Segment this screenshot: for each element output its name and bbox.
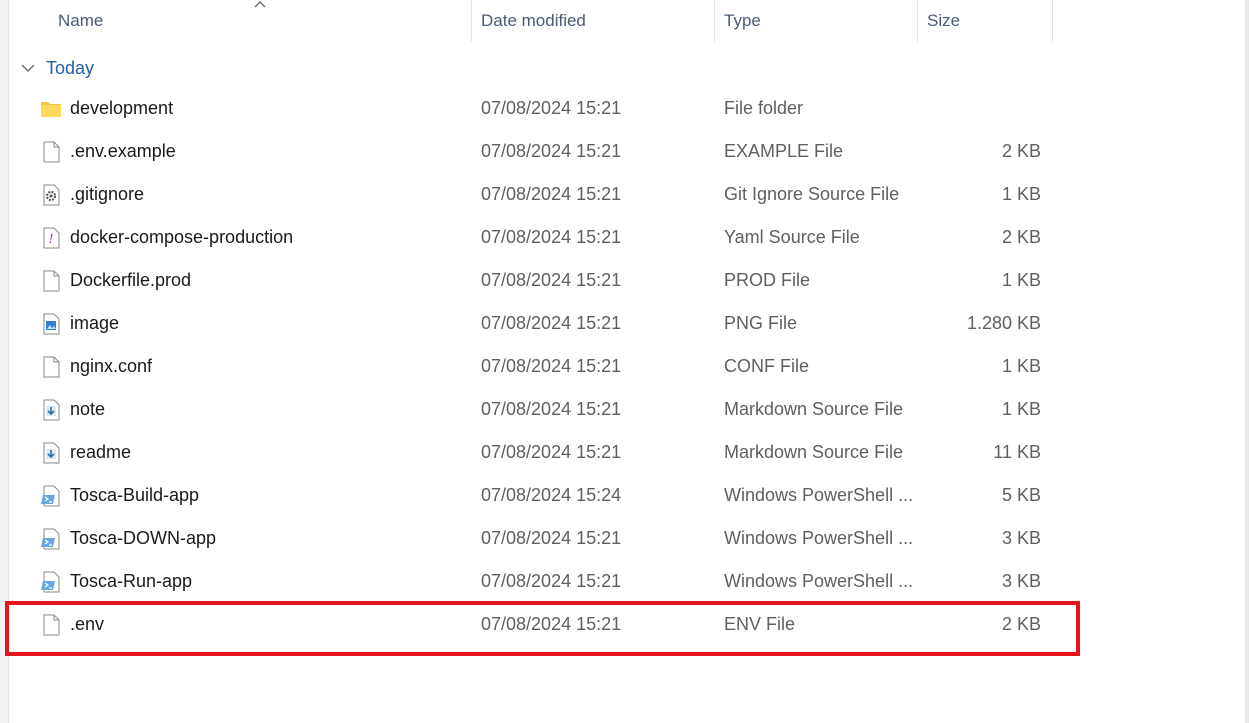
file-row[interactable]: readme 07/08/2024 15:21 Markdown Source Fi… xyxy=(10,431,1053,474)
column-divider[interactable] xyxy=(917,0,918,42)
file-date-modified: 07/08/2024 15:21 xyxy=(481,571,622,591)
file-type: Windows PowerShell ... xyxy=(724,528,914,548)
blank-file-icon xyxy=(40,141,62,163)
file-size: 1 KB xyxy=(1001,184,1041,204)
column-header-type[interactable]: Type xyxy=(724,0,761,40)
file-type: CONF File xyxy=(724,356,809,376)
blank-file-icon xyxy=(40,270,62,292)
file-type: Windows PowerShell ... xyxy=(724,571,914,591)
file-date-modified: 07/08/2024 15:21 xyxy=(481,442,622,462)
file-date-modified: 07/08/2024 15:21 xyxy=(481,98,622,118)
svg-text:!: ! xyxy=(49,232,54,246)
navigation-pane-edge xyxy=(0,0,9,723)
file-date-modified: 07/08/2024 15:21 xyxy=(481,399,622,419)
file-name: nginx.conf xyxy=(70,356,153,376)
file-name: Tosca-Run-app xyxy=(70,571,193,591)
file-type: Markdown Source File xyxy=(724,442,904,462)
column-header-date-modified[interactable]: Date modified xyxy=(481,0,586,40)
file-size: 2 KB xyxy=(1001,141,1041,161)
column-divider[interactable] xyxy=(714,0,715,42)
file-date-modified: 07/08/2024 15:24 xyxy=(481,485,622,505)
file-row[interactable]: Tosca-Run-app 07/08/2024 15:21 Windows Pow… xyxy=(10,560,1053,603)
file-size: 1 KB xyxy=(1001,399,1041,419)
file-row[interactable]: Tosca-DOWN-app 07/08/2024 15:21 Windows Po… xyxy=(10,517,1053,560)
file-name: Tosca-Build-app xyxy=(70,485,200,505)
blank-file-icon xyxy=(40,356,62,378)
file-type: Markdown Source File xyxy=(724,399,904,419)
file-name: .env.example xyxy=(70,141,176,161)
file-date-modified: 07/08/2024 15:21 xyxy=(481,141,622,161)
file-row[interactable]: Tosca-Build-app 07/08/2024 15:24 Windows P… xyxy=(10,474,1053,517)
file-row[interactable]: nginx.conf 07/08/2024 15:21 CONF File 1 KB xyxy=(10,345,1053,388)
folder-icon xyxy=(40,98,62,120)
file-type: Windows PowerShell ... xyxy=(724,485,914,505)
file-type: ENV File xyxy=(724,614,796,634)
file-type: File folder xyxy=(724,98,804,118)
file-row[interactable]: Dockerfile.prod 07/08/2024 15:21 PROD File… xyxy=(10,259,1053,302)
file-row[interactable]: .env 07/08/2024 15:21 ENV File 2 KB xyxy=(10,603,1053,646)
column-header-bar: Name Date modified Type Size xyxy=(0,0,1060,44)
file-size: 1 KB xyxy=(1001,356,1041,376)
file-name: note xyxy=(70,399,106,419)
file-name: Dockerfile.prod xyxy=(70,270,192,290)
file-name: readme xyxy=(70,442,132,462)
file-size: 2 KB xyxy=(1001,614,1041,634)
file-date-modified: 07/08/2024 15:21 xyxy=(481,227,622,247)
file-size: 11 KB xyxy=(993,442,1041,462)
file-name: .gitignore xyxy=(70,184,145,204)
file-date-modified: 07/08/2024 15:21 xyxy=(481,528,622,548)
file-type: Git Ignore Source File xyxy=(724,184,900,204)
file-size: 2 KB xyxy=(1001,227,1041,247)
file-size: 1 KB xyxy=(1001,270,1041,290)
gear-file-icon xyxy=(40,184,62,206)
file-size: 3 KB xyxy=(1001,571,1041,591)
file-size: 5 KB xyxy=(1001,485,1041,505)
file-row[interactable]: image 07/08/2024 15:21 PNG File 1.280 KB xyxy=(10,302,1053,345)
file-name: Tosca-DOWN-app xyxy=(70,528,217,548)
powershell-file-icon xyxy=(40,528,62,550)
file-name: .env xyxy=(70,614,105,634)
group-label: Today xyxy=(46,57,95,78)
file-row[interactable]: note 07/08/2024 15:21 Markdown Source File… xyxy=(10,388,1053,431)
file-row[interactable]: development 07/08/2024 15:21 File folder xyxy=(10,87,1053,130)
blank-file-icon xyxy=(40,614,62,636)
file-date-modified: 07/08/2024 15:21 xyxy=(481,184,622,204)
file-type: PROD File xyxy=(724,270,811,290)
column-header-name[interactable]: Name xyxy=(58,0,103,40)
file-date-modified: 07/08/2024 15:21 xyxy=(481,356,622,376)
markdown-file-icon xyxy=(40,442,62,464)
yaml-file-icon: ! xyxy=(40,227,62,249)
file-type: EXAMPLE File xyxy=(724,141,844,161)
file-type: PNG File xyxy=(724,313,798,333)
file-name: development xyxy=(70,98,174,118)
file-date-modified: 07/08/2024 15:21 xyxy=(481,313,622,333)
markdown-file-icon xyxy=(40,399,62,421)
file-row[interactable]: .gitignore 07/08/2024 15:21 Git Ignore Sou… xyxy=(10,173,1053,216)
powershell-file-icon xyxy=(40,485,62,507)
file-name: image xyxy=(70,313,120,333)
group-header-today[interactable]: Today xyxy=(20,54,94,82)
vertical-scrollbar[interactable] xyxy=(1245,0,1249,723)
file-date-modified: 07/08/2024 15:21 xyxy=(481,614,622,634)
file-row[interactable]: ! docker-compose-production 07/08/2024 15:… xyxy=(10,216,1053,259)
file-date-modified: 07/08/2024 15:21 xyxy=(481,270,622,290)
file-type: Yaml Source File xyxy=(724,227,860,247)
file-size: 3 KB xyxy=(1001,528,1041,548)
file-name: docker-compose-production xyxy=(70,227,294,247)
column-header-size[interactable]: Size xyxy=(927,0,960,40)
column-divider[interactable] xyxy=(471,0,472,42)
chevron-up-icon xyxy=(254,1,266,8)
file-size: 1.280 KB xyxy=(966,313,1041,333)
chevron-down-icon xyxy=(21,64,35,72)
powershell-file-icon xyxy=(40,571,62,593)
column-divider[interactable] xyxy=(1052,0,1053,42)
file-row[interactable]: .env.example 07/08/2024 15:21 EXAMPLE File… xyxy=(10,130,1053,173)
image-file-icon xyxy=(40,313,62,335)
